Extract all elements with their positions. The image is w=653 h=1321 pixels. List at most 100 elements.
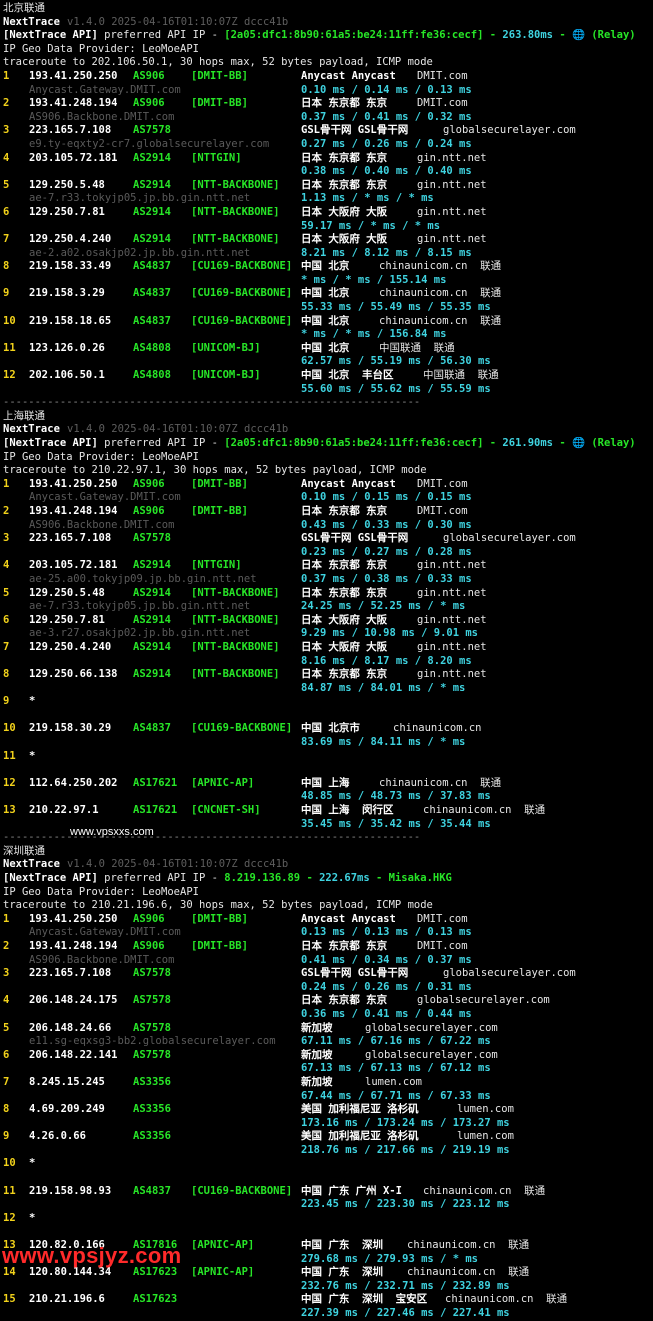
hop-tag: [DMIT-BB] <box>191 97 248 110</box>
hop-asn: AS906 <box>133 477 165 490</box>
timeout-star: * <box>29 1157 36 1170</box>
hop-ip: 129.250.7.81 <box>29 613 105 626</box>
hop-tag: [NTT-BACKBONE] <box>191 586 280 599</box>
hop-rtt: 55.33 ms / 55.49 ms / 55.35 ms <box>301 301 491 314</box>
hop-row: 1 193.41.250.250 AS906 [DMIT-BB] Anycast Any… <box>3 913 653 927</box>
hop-asn: AS4808 <box>133 341 171 354</box>
hop-number: 1 <box>3 69 10 82</box>
hop-ip: 223.165.7.108 <box>29 532 112 545</box>
hop-ip: 123.126.0.26 <box>29 341 105 354</box>
hop-domain: chinaunicom.cn 联通 <box>423 1184 546 1197</box>
hop-row: 9 * <box>3 695 653 709</box>
hop-row: 9 4.26.0.66 AS3356 美国 加利福尼亚 洛杉矶 lumen.com <box>3 1130 653 1144</box>
api-text: preferred API IP - <box>97 437 225 449</box>
hop-number: 3 <box>3 532 10 545</box>
hop-domain: gin.ntt.net <box>417 586 487 599</box>
hop-row: 11 219.158.98.93 AS4837 [CU169-BACKBONE] 中国 … <box>3 1185 653 1199</box>
hop-domain: 中国联通 联通 <box>379 341 455 354</box>
hop-rtt: 83.69 ms / 84.11 ms / * ms <box>301 736 466 749</box>
hop-domain: gin.ntt.net <box>417 205 487 218</box>
hop-geo: GSL骨干网 GSL骨干网 <box>301 967 409 980</box>
hop-row: 3 223.165.7.108 AS7578 GSL骨干网 GSL骨干网 globals… <box>3 124 653 138</box>
hop-row: 7 129.250.4.240 AS2914 [NTT-BACKBONE] 日本 大阪府… <box>3 641 653 655</box>
hop-domain: gin.ntt.net <box>417 640 487 653</box>
hop-rtt-row <box>3 1225 653 1239</box>
hop-rtt-row: Anycast.Gateway.DMIT.com 0.13 ms / 0.13 m… <box>3 926 653 940</box>
hop-domain: DMIT.com <box>417 69 468 82</box>
hop-tag: [CNCNET-SH] <box>191 804 261 817</box>
hop-ip: 129.250.4.240 <box>29 233 112 246</box>
hop-rtt-row: e11.sg-eqxsg3-bb2.globalsecurelayer.com 6… <box>3 1035 653 1049</box>
hop-row: 9 219.158.3.29 AS4837 [CU169-BACKBONE] 中国 北京… <box>3 287 653 301</box>
hop-row: 12 202.106.50.1 AS4808 [UNICOM-BJ] 中国 北京 丰台区… <box>3 369 653 383</box>
hop-number: 2 <box>3 939 10 952</box>
hop-number: 9 <box>3 695 10 708</box>
hop-tag: [NTT-BACKBONE] <box>191 613 280 626</box>
hop-number: 6 <box>3 205 10 218</box>
section-title-text: 深圳联通 <box>3 844 45 857</box>
hop-rtt-row <box>3 1171 653 1185</box>
api-latency: 222.67ms <box>319 872 370 884</box>
hop-asn: AS2914 <box>133 178 171 191</box>
hop-tag: [CU169-BACKBONE] <box>191 314 293 327</box>
traceroute-line: traceroute to 210.21.196.6, 30 hops max,… <box>3 899 653 913</box>
hop-domain: lumen.com <box>457 1130 514 1143</box>
hop-geo: GSL骨干网 GSL骨干网 <box>301 532 409 545</box>
hop-asn: AS906 <box>133 939 165 952</box>
hop-number: 11 <box>3 1184 16 1197</box>
hop-row: 5 129.250.5.48 AS2914 [NTT-BACKBONE] 日本 东京都 … <box>3 179 653 193</box>
hop-number: 3 <box>3 124 10 137</box>
hop-rtt: 0.27 ms / 0.26 ms / 0.24 ms <box>301 137 472 150</box>
hop-rtt-row: 173.16 ms / 173.24 ms / 173.27 ms <box>3 1117 653 1131</box>
api-dash: - <box>300 872 320 884</box>
hop-rtt-row: 48.85 ms / 48.73 ms / 37.83 ms <box>3 790 653 804</box>
hop-domain: globalsecurelayer.com <box>365 1048 498 1061</box>
hop-number: 7 <box>3 640 10 653</box>
hop-number: 12 <box>3 1211 16 1224</box>
hop-number: 3 <box>3 967 10 980</box>
api-dash: - <box>483 437 503 449</box>
api-relay: - 🌐 (Relay) <box>553 437 636 449</box>
api-line-text: [NextTrace API] preferred API IP - 8.219… <box>3 872 452 886</box>
hop-row: 7 8.245.15.245 AS3356 新加坡 lumen.com <box>3 1076 653 1090</box>
hop-geo: Anycast Anycast <box>301 477 396 490</box>
hop-asn: AS2914 <box>133 205 171 218</box>
hop-asn: AS7578 <box>133 532 171 545</box>
hop-tag: [NTT-BACKBONE] <box>191 178 280 191</box>
hop-tag: [CU169-BACKBONE] <box>191 1184 293 1197</box>
hop-asn: AS17623 <box>133 1293 178 1306</box>
hop-number: 12 <box>3 369 16 382</box>
hop-domain: chinaunicom.cn 联通 <box>379 287 502 300</box>
hop-geo: 新加坡 <box>301 1048 333 1061</box>
hop-rtt: 0.41 ms / 0.34 ms / 0.37 ms <box>301 953 472 966</box>
hop-row: 6 206.148.22.141 AS7578 新加坡 globalsecurelaye… <box>3 1049 653 1063</box>
version-meta: v1.4.0 2025-04-16T01:10:07Z dccc41b <box>67 858 289 871</box>
hop-tag: [CU169-BACKBONE] <box>191 287 293 300</box>
hop-asn: AS906 <box>133 69 165 82</box>
hop-rtt-row: 218.76 ms / 217.66 ms / 219.19 ms <box>3 1144 653 1158</box>
hop-number: 4 <box>3 559 10 572</box>
hop-number: 5 <box>3 178 10 191</box>
hop-asn: AS906 <box>133 97 165 110</box>
hop-rtt-row: AS906.Backbone.DMIT.com 0.37 ms / 0.41 ms… <box>3 111 653 125</box>
hop-number: 8 <box>3 668 10 681</box>
hop-rtt: 0.37 ms / 0.41 ms / 0.32 ms <box>301 110 472 123</box>
hop-tag: [DMIT-BB] <box>191 477 248 490</box>
timeout-star: * <box>29 1211 36 1224</box>
hop-rtt-row: 83.69 ms / 84.11 ms / * ms <box>3 736 653 750</box>
hop-asn: AS2914 <box>133 668 171 681</box>
hop-domain: gin.ntt.net <box>417 668 487 681</box>
hop-ip: 203.105.72.181 <box>29 151 118 164</box>
hop-tag: [NTTGIN] <box>191 559 242 572</box>
hop-rtt-row: 59.17 ms / * ms / * ms <box>3 220 653 234</box>
hop-rtt: 24.25 ms / 52.25 ms / * ms <box>301 600 466 613</box>
hop-row: 2 193.41.248.194 AS906 [DMIT-BB] 日本 东京都 东京 DM… <box>3 505 653 519</box>
hop-geo: 新加坡 <box>301 1075 333 1088</box>
hop-number: 8 <box>3 260 10 273</box>
hop-domain: chinaunicom.cn <box>393 722 482 735</box>
hop-geo: GSL骨干网 GSL骨干网 <box>301 124 409 137</box>
hop-rtt-row: 62.57 ms / 55.19 ms / 56.30 ms <box>3 355 653 369</box>
hop-hostname: ae-25.a00.tokyjp09.jp.bb.gin.ntt.net <box>29 572 257 585</box>
hop-ip: 129.250.4.240 <box>29 640 112 653</box>
hop-rtt: 0.43 ms / 0.33 ms / 0.30 ms <box>301 518 472 531</box>
